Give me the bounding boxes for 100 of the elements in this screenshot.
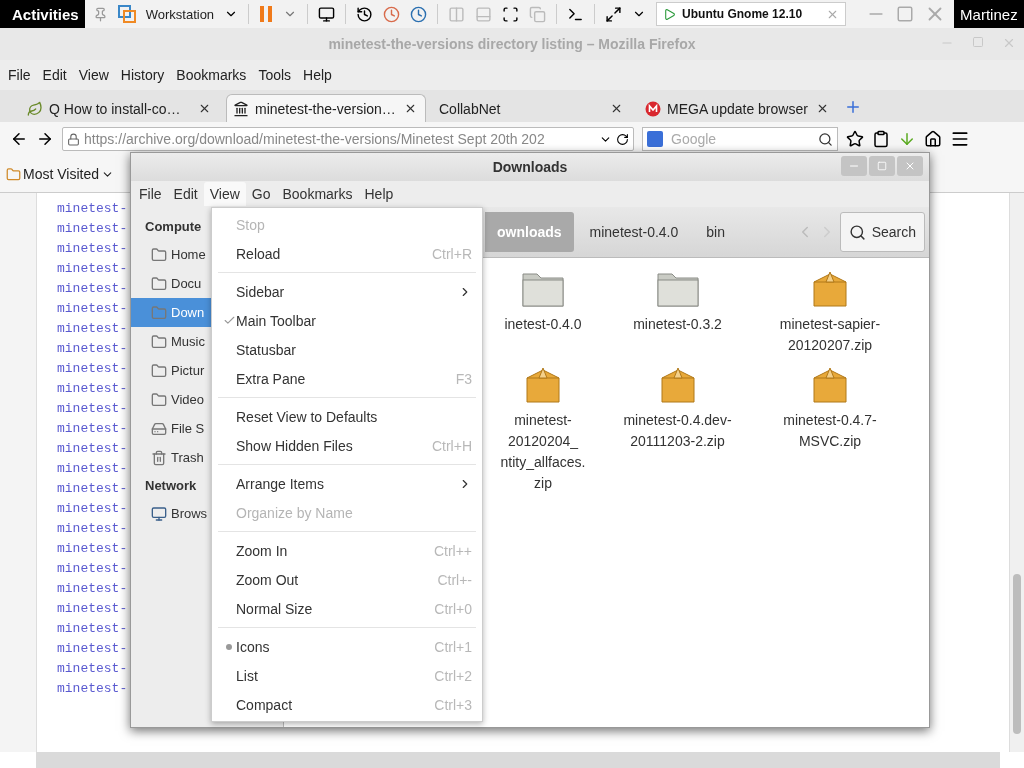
file-link[interactable]: minetest- — [57, 539, 128, 559]
places-item[interactable]: Docu — [131, 269, 211, 298]
menu-item[interactable]: Go — [245, 182, 277, 206]
places-item[interactable]: Home — [131, 240, 211, 269]
browser-tab[interactable]: minetest-the-version… — [226, 94, 426, 122]
places-item[interactable]: File S — [131, 414, 211, 443]
file-link[interactable]: minetest- — [57, 639, 128, 659]
forward-icon[interactable] — [36, 130, 54, 148]
monitor-icon[interactable] — [318, 5, 336, 23]
file-link[interactable]: minetest- — [57, 259, 128, 279]
back-icon[interactable] — [10, 130, 28, 148]
file-link[interactable]: minetest- — [57, 479, 128, 499]
star-icon[interactable] — [846, 130, 864, 148]
vm-tab[interactable]: Ubuntu Gnome 12.10 — [656, 2, 847, 26]
fullscreen-icon[interactable] — [605, 5, 623, 23]
menu-item[interactable]: File — [2, 67, 37, 83]
menu-item[interactable]: Edit — [167, 182, 204, 206]
browser-tab[interactable]: Q How to install-co… — [20, 94, 220, 122]
file-link[interactable]: minetest- — [57, 299, 128, 319]
history-icon[interactable] — [356, 5, 374, 23]
places-item[interactable]: Music — [131, 327, 211, 356]
menu-item[interactable]: Reset View to Defaults — [212, 402, 482, 431]
menu-item[interactable]: Arrange Items — [212, 469, 482, 498]
file-link[interactable]: minetest- — [57, 679, 128, 699]
file-link[interactable]: minetest- — [57, 619, 128, 639]
search-icon[interactable] — [818, 131, 833, 147]
user-name[interactable]: Martinez — [954, 0, 1024, 28]
menu-item[interactable]: View — [72, 67, 115, 83]
clock-icon[interactable] — [410, 5, 428, 23]
file-name[interactable]: minetest-0.4.dev- 20111203-2.zip — [623, 410, 732, 452]
places-item[interactable]: Pictur — [131, 356, 211, 385]
close-icon[interactable] — [610, 102, 623, 115]
places-item[interactable]: Video — [131, 385, 211, 414]
path-button[interactable]: bin — [694, 212, 737, 252]
workstation-menu[interactable]: Workstation — [145, 6, 215, 22]
menu-item[interactable]: Statusbar — [212, 335, 482, 364]
file-link[interactable]: minetest- — [57, 399, 128, 419]
bookmarks-folder[interactable]: Most Visited — [6, 166, 114, 182]
menu-item[interactable]: Tools — [252, 67, 298, 83]
url-field[interactable]: https://archive.org/download/minetest-the-versions/Minetest Sept 20th 202 — [62, 127, 634, 151]
path-button[interactable]: minetest-0.4.0 — [577, 212, 691, 252]
file-link[interactable]: minetest- — [57, 559, 128, 579]
home-icon[interactable] — [924, 130, 942, 148]
close-icon[interactable] — [198, 102, 211, 115]
file-link[interactable]: minetest- — [57, 579, 128, 599]
close-icon[interactable] — [404, 102, 417, 115]
menu-item[interactable]: Help — [358, 182, 400, 206]
file-link[interactable]: minetest- — [57, 459, 128, 479]
close-icon[interactable] — [816, 102, 829, 115]
scan-icon[interactable] — [502, 5, 520, 23]
menu-item[interactable]: Extra Pane F3 — [212, 364, 482, 393]
pause-icon[interactable] — [259, 5, 274, 23]
places-item[interactable]: Brows — [131, 499, 211, 528]
download-icon[interactable] — [898, 130, 916, 148]
menu-item[interactable]: Zoom In Ctrl++ — [212, 536, 482, 565]
file-link[interactable]: minetest- — [57, 519, 128, 539]
search-button[interactable]: Search — [839, 212, 925, 252]
search-input[interactable]: Google — [669, 130, 812, 148]
pin-icon[interactable] — [92, 6, 108, 22]
panel-icon[interactable] — [475, 5, 493, 23]
activities-label[interactable]: Activities — [0, 0, 85, 28]
file-link[interactable]: minetest- — [57, 199, 128, 219]
search-field[interactable]: Google — [642, 127, 838, 151]
copy-icon[interactable] — [529, 5, 547, 23]
clipboard-icon[interactable] — [872, 130, 890, 148]
columns-icon[interactable] — [448, 5, 466, 23]
browser-tab[interactable]: MEGA update browser — [638, 94, 838, 122]
menu-item[interactable]: Edit — [36, 67, 73, 83]
file-link[interactable]: minetest- — [57, 659, 128, 679]
menu-item[interactable]: Show Hidden Files Ctrl+H — [212, 431, 482, 460]
menu-item[interactable]: Bookmarks — [170, 67, 253, 83]
maximize-icon[interactable] — [896, 5, 915, 23]
menu-item[interactable]: Normal Size Ctrl+0 — [212, 594, 482, 623]
file-name[interactable]: inetest-0.4.0 — [504, 314, 582, 335]
file-name[interactable]: minetest-0.4.7- MSVC.zip — [783, 410, 877, 452]
file-link[interactable]: minetest- — [57, 359, 128, 379]
menu-item[interactable]: File — [133, 182, 168, 206]
scrollbar[interactable] — [36, 752, 1000, 768]
file-link[interactable]: minetest- — [57, 279, 128, 299]
file-link[interactable]: minetest- — [57, 339, 128, 359]
file-link[interactable]: minetest- — [57, 419, 128, 439]
file-link[interactable]: minetest- — [57, 319, 128, 339]
clock-icon[interactable] — [383, 5, 401, 23]
menu-item[interactable]: History — [114, 67, 171, 83]
scrollbar[interactable] — [1010, 193, 1024, 752]
menu-item[interactable]: Sidebar — [212, 277, 482, 306]
menu-item[interactable]: View — [203, 182, 246, 206]
menu-item[interactable]: Reload Ctrl+R — [212, 239, 482, 268]
file-link[interactable]: minetest- — [57, 379, 128, 399]
file-link[interactable]: minetest- — [57, 499, 128, 519]
browser-tab[interactable]: CollabNet — [432, 94, 632, 122]
file-name[interactable]: minetest-0.3.2 — [633, 314, 722, 335]
file-link[interactable]: minetest- — [57, 439, 128, 459]
file-link[interactable]: minetest- — [57, 599, 128, 619]
menu-item[interactable]: Compact Ctrl+3 — [212, 690, 482, 719]
file-name[interactable]: minetest-sapier- 20120207.zip — [779, 314, 881, 356]
menu-item[interactable]: Zoom Out Ctrl+- — [212, 565, 482, 594]
menu-item[interactable]: Icons Ctrl+1 — [212, 632, 482, 661]
file-link[interactable]: minetest- — [57, 219, 128, 239]
reload-icon[interactable] — [616, 132, 629, 146]
